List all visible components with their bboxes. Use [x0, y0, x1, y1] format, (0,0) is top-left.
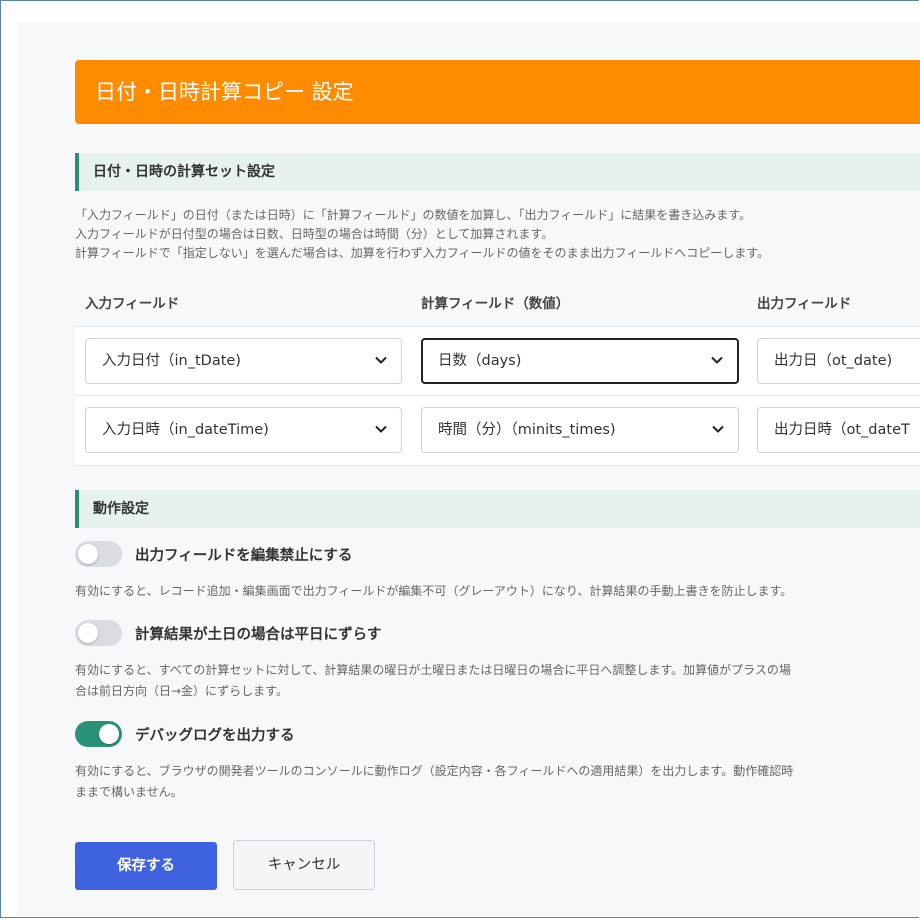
save-button[interactable]: 保存する	[75, 842, 217, 890]
select-value: 出力日時（ot_dateT	[774, 422, 910, 438]
settings-page: 日付・日時計算コピー 設定 日付・日時の計算セット設定 「入力フィールド」の日付…	[17, 22, 920, 916]
readonly-output-desc: 有効にすると、レコード追加・編集画面で出力フィールドが編集不可（グレーアウト）に…	[75, 584, 793, 598]
calc-field-select-row-1[interactable]: 日数（days)	[421, 338, 739, 384]
chevron-down-icon	[375, 356, 387, 364]
select-value: 出力日（ot_date)	[774, 353, 893, 369]
readonly-output-label: 出力フィールドを編集禁止にする	[135, 548, 353, 564]
debug-log-label: デバッグログを出力する	[135, 728, 295, 744]
calc-desc-line-3: 計算フィールドで「指定しない」を選んだ場合は、加算を行わず入力フィールドの値をそ…	[75, 246, 770, 260]
select-value: 入力日付（in_tDate)	[102, 353, 241, 369]
column-header-output: 出力フィールド	[757, 296, 852, 312]
calc-section-heading: 日付・日時の計算セット設定	[75, 153, 920, 191]
debug-log-desc-line-1: 有効にすると、ブラウザの開発者ツールのコンソールに動作ログ（設定内容・各フィール…	[75, 764, 794, 778]
row-divider	[75, 395, 920, 396]
cancel-button[interactable]: キャンセル	[233, 840, 375, 890]
shift-weekend-desc-line-1: 有効にすると、すべての計算セットに対して、計算結果の曜日が土曜日または日曜日の場…	[75, 663, 791, 677]
shift-weekend-label: 計算結果が土日の場合は平日にずらす	[135, 627, 382, 643]
input-field-select-row-2[interactable]: 入力日時（in_dateTime)	[85, 407, 402, 453]
chevron-down-icon	[375, 425, 387, 433]
select-value: 日数（days)	[438, 353, 522, 369]
calc-desc-line-2: 入力フィールドが日付型の場合は日数、日時型の場合は時間（分）として加算されます。	[75, 227, 554, 241]
shift-weekend-desc-line-2: 合は前日方向（日→金）にずらします。	[75, 684, 288, 698]
toggle-knob	[78, 623, 98, 643]
debug-log-toggle[interactable]	[75, 721, 122, 747]
select-value: 入力日時（in_dateTime)	[102, 422, 269, 438]
toggle-knob	[99, 724, 119, 744]
output-field-select-row-2[interactable]: 出力日時（ot_dateT	[757, 407, 920, 453]
calc-desc-line-1: 「入力フィールド」の日付（または日時）に「計算フィールド」の数値を加算し、「出力…	[75, 208, 752, 222]
readonly-output-toggle[interactable]	[75, 541, 122, 567]
input-field-select-row-1[interactable]: 入力日付（in_tDate)	[85, 338, 402, 384]
toggle-knob	[78, 544, 98, 564]
select-value: 時間（分）（minits_times)	[438, 422, 616, 438]
page-title-banner: 日付・日時計算コピー 設定	[75, 60, 920, 124]
chevron-down-icon	[711, 356, 723, 364]
debug-log-desc-line-2: ままで構いません。	[75, 785, 183, 799]
behavior-section-heading: 動作設定	[75, 490, 920, 528]
shift-weekend-toggle[interactable]	[75, 620, 122, 646]
column-header-calc: 計算フィールド（数値）	[421, 296, 570, 312]
output-field-select-row-1[interactable]: 出力日（ot_date)	[757, 338, 920, 384]
column-header-input: 入力フィールド	[85, 296, 180, 312]
calc-field-select-row-2[interactable]: 時間（分）（minits_times)	[421, 407, 739, 453]
chevron-down-icon	[712, 425, 724, 433]
